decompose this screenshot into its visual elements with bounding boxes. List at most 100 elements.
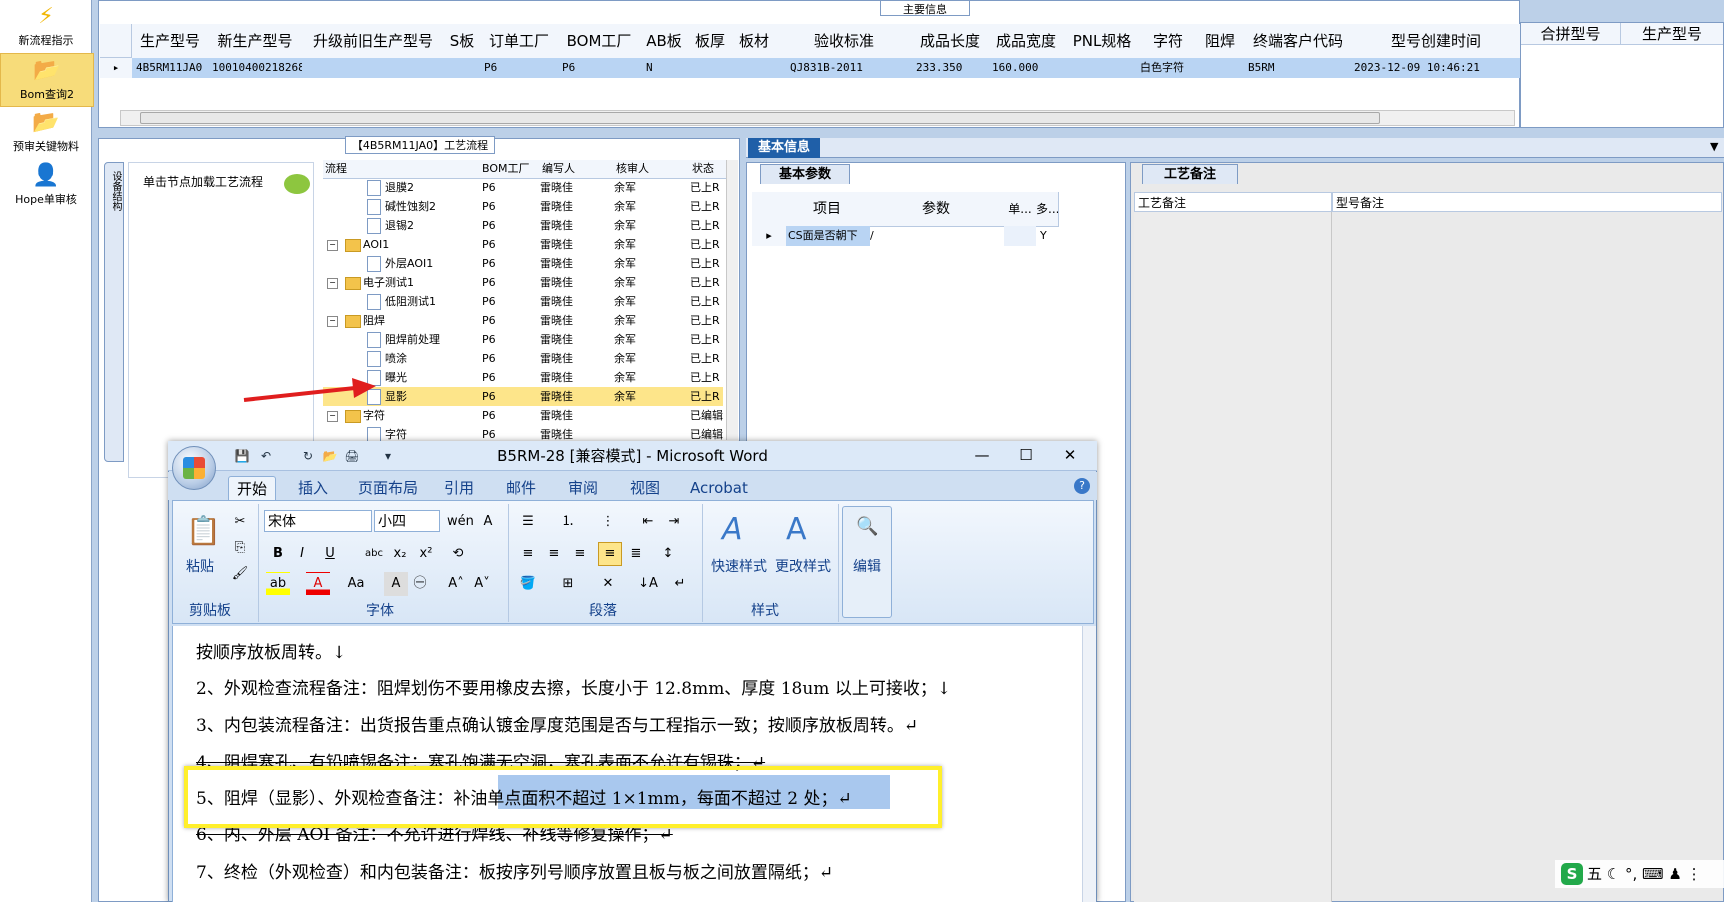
nav-hope-review[interactable]: 👤 Hope单审核	[0, 159, 92, 211]
font-color-icon[interactable]: A	[306, 572, 330, 596]
col-header[interactable]: BOM工厂	[480, 160, 543, 179]
side-tab[interactable]: 设备结构	[104, 162, 124, 462]
tab-acrobat[interactable]: Acrobat	[682, 476, 756, 500]
bold-icon[interactable]: B	[266, 542, 290, 566]
close-button[interactable]: ✕	[1048, 442, 1092, 468]
table-cell[interactable]	[732, 58, 776, 78]
collapse-icon[interactable]: −	[327, 411, 338, 422]
superscript-icon[interactable]: x²	[414, 542, 438, 566]
maximize-button[interactable]: ☐	[1004, 442, 1048, 468]
copy-icon[interactable]: ⎘	[228, 536, 252, 560]
tree-row[interactable]: − 电子测试1 P6 雷晓佳 余军 已上R	[323, 273, 723, 292]
highlight-icon[interactable]: ab	[266, 572, 290, 596]
tab-process-notes[interactable]: 工艺备注	[1142, 164, 1238, 184]
tree-row[interactable]: 显影 P6 雷晓佳 余军 已上R	[323, 387, 723, 406]
tree-row[interactable]: 阻焊前处理 P6 雷晓佳 余军 已上R	[323, 330, 723, 349]
col-header[interactable]: 板材	[732, 24, 777, 59]
col-header[interactable]: 板厚	[688, 24, 733, 59]
col-header[interactable]: 多...	[1036, 192, 1059, 227]
borders-icon[interactable]: ⊞	[556, 572, 580, 596]
open-icon[interactable]: 📂	[322, 448, 338, 464]
format-painter-icon[interactable]: 🖌	[228, 562, 252, 586]
shrink-font-icon[interactable]: A˅	[470, 572, 494, 596]
table-cell[interactable]	[688, 58, 732, 78]
minimize-button[interactable]: —	[960, 442, 1004, 468]
tree-scrollbar[interactable]	[726, 160, 738, 440]
col-header[interactable]: 合拼型号	[1521, 23, 1621, 45]
tab-basic-params[interactable]: 基本参数	[760, 164, 850, 184]
change-styles-label[interactable]: 更改样式	[770, 556, 836, 576]
process-notes-text[interactable]	[1134, 212, 1332, 902]
distributed-icon[interactable]: ≣	[624, 542, 648, 566]
office-button[interactable]	[172, 446, 216, 490]
undo-icon[interactable]: ↶	[258, 448, 274, 464]
table-cell[interactable]: QJ831B-2011	[776, 58, 926, 78]
grid-corner[interactable]	[752, 192, 787, 227]
doc-line[interactable]: 7、终检（外观检查）和内包装备注：板按序列号顺序放置且板与板之间放置隔纸；↵	[196, 858, 833, 883]
quick-styles-icon[interactable]: A	[722, 512, 756, 547]
font-name-combo[interactable]: 宋体	[264, 510, 372, 532]
col-header[interactable]: 流程	[323, 160, 483, 179]
col-header[interactable]: 型号创建时间	[1352, 24, 1521, 59]
table-cell[interactable]: 10010400218268	[208, 58, 306, 78]
col-header[interactable]: 阻焊	[1196, 24, 1245, 59]
line-spacing-icon[interactable]: ↕	[656, 542, 680, 566]
col-header[interactable]: 验收标准	[776, 24, 913, 59]
multilevel-list-icon[interactable]: ⋮	[596, 510, 620, 534]
tree-row[interactable]: 低阻测试1 P6 雷晓佳 余军 已上R	[323, 292, 723, 311]
subscript-icon[interactable]: x₂	[388, 542, 412, 566]
row-indicator[interactable]: ▸	[752, 226, 786, 246]
ime-toolbar[interactable]: S五 ☾ °, ⌨ ♟ ⋮	[1555, 860, 1724, 888]
table-cell[interactable]: 2023-12-09 10:46:21	[1352, 58, 1522, 78]
table-cell[interactable]: CS面是否朝下	[786, 226, 870, 246]
tree-row[interactable]: 退锡2 P6 雷晓佳 余军 已上R	[323, 216, 723, 235]
col-header[interactable]: 订单工厂	[480, 24, 559, 59]
col-header[interactable]: 生产型号	[1621, 23, 1723, 45]
table-cell[interactable]: 白色字符	[1140, 58, 1196, 78]
tree-row[interactable]: − AOI1 P6 雷晓佳 余军 已上R	[323, 235, 723, 254]
increase-indent-icon[interactable]: ⇥	[662, 510, 686, 534]
customize-qat-icon[interactable]: ▾	[380, 448, 396, 464]
doc-line[interactable]: 3、内包装流程备注：出货报告重点确认镀金厚度范围是否与工程指示一致；按顺序放板周…	[196, 711, 918, 736]
tab-view[interactable]: 视图	[622, 476, 668, 500]
col-header[interactable]: 终端客户代码	[1244, 24, 1353, 59]
paste-icon[interactable]: 📋	[186, 512, 221, 550]
grow-font-icon[interactable]: A˄	[444, 572, 468, 596]
help-icon[interactable]: ?	[1074, 478, 1090, 494]
col-header[interactable]: 生产型号	[132, 24, 209, 59]
redo-icon[interactable]: ↻	[300, 448, 316, 464]
print-icon[interactable]: 🖨	[344, 448, 360, 464]
phonetic-guide-icon[interactable]: wén	[446, 510, 474, 534]
tab-mailings[interactable]: 邮件	[498, 476, 544, 500]
collapse-icon[interactable]: −	[327, 278, 338, 289]
justify-icon[interactable]: ≡	[598, 542, 622, 566]
show-marks-icon[interactable]: ↵	[668, 572, 692, 596]
tree-row[interactable]: 外层AOI1 P6 雷晓佳 余军 已上R	[323, 254, 723, 273]
enclose-char-icon[interactable]: ㊀	[408, 572, 432, 596]
table-cell[interactable]: Y	[1036, 226, 1062, 246]
col-header[interactable]: 字符	[1140, 24, 1197, 59]
chevron-down-icon[interactable]: ▼	[1710, 140, 1722, 154]
char-border-icon[interactable]: A	[476, 510, 500, 534]
sort-icon[interactable]: ↓A	[636, 572, 660, 596]
italic-icon[interactable]: I	[290, 542, 314, 566]
col-header[interactable]: S板	[444, 24, 481, 59]
table-cell[interactable]	[1004, 226, 1036, 246]
table-cell[interactable]: B5RM	[1244, 58, 1356, 78]
process-flow-tab[interactable]: 【4B5RM11JA0】工艺流程	[345, 136, 495, 154]
col-header[interactable]: 新生产型号	[208, 24, 303, 59]
cut-icon[interactable]: ✂	[228, 510, 252, 534]
save-icon[interactable]: 💾	[234, 448, 250, 464]
shading-icon[interactable]: 🪣	[516, 572, 540, 596]
table-cell[interactable]: /	[868, 226, 1006, 246]
strikethrough-icon[interactable]: abc	[362, 542, 386, 566]
align-left-icon[interactable]: ≡	[516, 542, 540, 566]
tab-basic-info[interactable]: 基本信息	[748, 138, 820, 158]
doc-line[interactable]: 按顺序放板周转。↓	[196, 638, 346, 663]
scrollbar-thumb[interactable]	[140, 112, 1380, 124]
doc-line[interactable]: 2、外观检查流程备注：阻焊划伤不要用橡皮去擦，长度小于 12.8mm、厚度 18…	[196, 674, 951, 699]
col-header[interactable]: 状态	[690, 160, 729, 179]
col-header[interactable]: PNL规格	[1064, 24, 1141, 59]
nav-new-flow[interactable]: ⚡ 新流程指示	[0, 0, 92, 52]
nav-key-material[interactable]: 📂 预审关键物料	[0, 106, 92, 158]
